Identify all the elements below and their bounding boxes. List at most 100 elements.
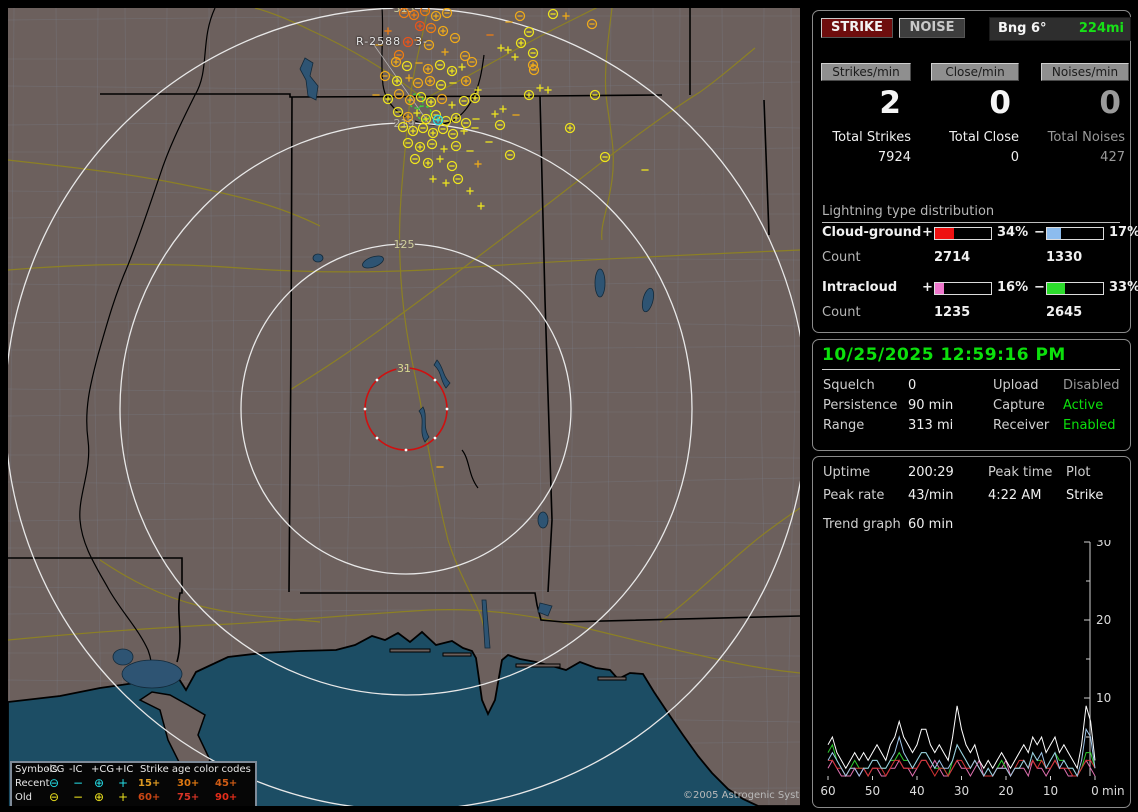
svg-text:30: 30 — [954, 784, 969, 798]
total-noises-value: 427 — [1100, 150, 1125, 165]
strike-button[interactable]: STRIKE — [821, 18, 893, 38]
total-close-label: Total Close — [949, 130, 1019, 145]
upload-value: Disabled — [1063, 378, 1120, 393]
svg-text:0: 0 — [1091, 784, 1099, 798]
svg-text:31: 31 — [397, 362, 411, 375]
svg-text:60: 60 — [820, 784, 835, 798]
peak-time-label: Peak time — [988, 465, 1053, 480]
legend-header: -IC — [69, 764, 83, 775]
legend-symbol: ⊕ — [94, 776, 105, 790]
plus-sign: + — [922, 225, 933, 240]
legend-age-code: 60+ — [138, 792, 161, 803]
plot-mode-value: Strike — [1066, 488, 1104, 503]
uptime-label: Uptime — [823, 465, 871, 480]
strikes-per-min-label[interactable]: Strikes/min — [821, 63, 911, 81]
state-borders — [8, 8, 800, 663]
peak-rate-value: 43/min — [908, 488, 954, 503]
svg-text:20: 20 — [1096, 613, 1111, 627]
legend-age-code: 45+ — [215, 778, 238, 789]
peak-time-value: 4:22 AM — [988, 488, 1042, 503]
strikes-per-min-value: 2 — [879, 85, 901, 121]
squelch-label: Squelch — [823, 378, 875, 393]
intracloud-label: Intracloud — [822, 280, 898, 295]
ic-plus-bar — [934, 282, 992, 295]
noises-per-min-value: 0 — [1099, 85, 1121, 121]
legend-symbol: ⊖ — [49, 776, 60, 790]
bearing-range-value: 224mi — [1078, 21, 1124, 36]
total-strikes-label: Total Strikes — [832, 130, 911, 145]
bearing-value: Bng 6° — [998, 21, 1047, 36]
datetime-display: 10/25/2025 12:59:16 PM — [822, 345, 1120, 370]
minus-sign: − — [1034, 280, 1045, 295]
legend-symbol: + — [118, 790, 129, 804]
svg-text:10: 10 — [1096, 691, 1111, 705]
trend-chart: 10 20 30 60 50 40 30 20 10 0 min — [820, 540, 1125, 798]
trend-graph-label: Trend graph — [823, 517, 901, 532]
legend-symbol: ⊖ — [49, 790, 60, 804]
cg-plus-count: 2714 — [934, 250, 971, 265]
svg-text:50: 50 — [865, 784, 880, 798]
capture-label: Capture — [993, 398, 1045, 413]
legend-header: -CG — [46, 764, 65, 775]
legend-age-code: 30+ — [177, 778, 200, 789]
svg-text:10: 10 — [1043, 784, 1058, 798]
trend-graph-value: 60 min — [908, 517, 954, 532]
map-canvas: 31321912531 — [8, 8, 800, 806]
svg-text:20: 20 — [998, 784, 1013, 798]
noise-button[interactable]: NOISE — [899, 18, 965, 38]
receiver-value: Enabled — [1063, 418, 1116, 433]
legend-symbol: + — [118, 776, 129, 790]
legend-row-label: Recent — [15, 778, 50, 789]
airspace-label-suffix: 3- — [415, 35, 428, 48]
svg-text:min: min — [1102, 784, 1125, 798]
close-per-min-value: 0 — [989, 85, 1011, 121]
total-strikes-value: 7924 — [877, 150, 911, 165]
cg-plus-pct: 34% — [997, 225, 1029, 240]
svg-text:125: 125 — [394, 238, 415, 251]
noises-per-min-label[interactable]: Noises/min — [1041, 63, 1129, 81]
cg-minus-bar — [1046, 227, 1104, 240]
legend-age-code: 90+ — [215, 792, 238, 803]
range-value: 313 mi — [908, 418, 954, 433]
svg-text:30: 30 — [1096, 540, 1111, 549]
highways — [8, 8, 800, 674]
plus-sign: + — [922, 280, 933, 295]
persistence-label: Persistence — [823, 398, 898, 413]
cg-plus-bar — [934, 227, 992, 240]
legend-symbol: − — [73, 776, 84, 790]
copyright-text: ©2005 Astrogenic Systems — [683, 790, 800, 801]
plot-label: Plot — [1066, 465, 1091, 480]
capture-value: Active — [1063, 398, 1104, 413]
airspace-label: R-2588 — [356, 35, 402, 48]
symbol-legend: Symbols -CG -IC +CG +IC Strike age color code… — [10, 761, 257, 806]
cloud-ground-label: Cloud-ground — [822, 225, 922, 240]
minus-sign: − — [1034, 225, 1045, 240]
system-status-panel: 10/25/2025 12:59:16 PM Squelch 0 Upload … — [812, 339, 1131, 451]
legend-age-code: 75+ — [177, 792, 200, 803]
lightning-map[interactable]: 313 219 125 31 R-2588 3- ©2005 Astrogenic S… — [8, 8, 800, 806]
cg-minus-pct: 17% — [1109, 225, 1138, 240]
legend-age-code: 15+ — [138, 778, 161, 789]
receiver-label: Receiver — [993, 418, 1050, 433]
legend-header: +CG — [91, 764, 115, 775]
ic-plus-pct: 16% — [997, 280, 1029, 295]
legend-symbol: − — [73, 790, 84, 804]
strike-stats-panel: STRIKE NOISE Bng 6° 224mi Strikes/min Cl… — [812, 10, 1138, 333]
app-window: 313 219 125 31 R-2588 3- ©2005 Astrogenic S… — [0, 0, 1138, 812]
persistence-value: 90 min — [908, 398, 954, 413]
uptime-value: 200:29 — [908, 465, 954, 480]
legend-header: +IC — [115, 764, 134, 775]
close-per-min-label[interactable]: Close/min — [931, 63, 1019, 81]
ic-minus-pct: 33% — [1109, 280, 1138, 295]
squelch-value: 0 — [908, 378, 917, 393]
range-label: Range — [823, 418, 865, 433]
ic-plus-count: 1235 — [934, 305, 971, 320]
legend-header: Strike age color codes — [140, 764, 251, 775]
legend-row-label: Old — [15, 792, 32, 803]
count-label: Count — [822, 305, 861, 320]
bearing-readout: Bng 6° 224mi — [989, 17, 1131, 41]
cg-minus-count: 1330 — [1046, 250, 1083, 265]
svg-text:40: 40 — [909, 784, 924, 798]
total-noises-label: Total Noises — [1047, 130, 1125, 145]
count-label: Count — [822, 250, 861, 265]
